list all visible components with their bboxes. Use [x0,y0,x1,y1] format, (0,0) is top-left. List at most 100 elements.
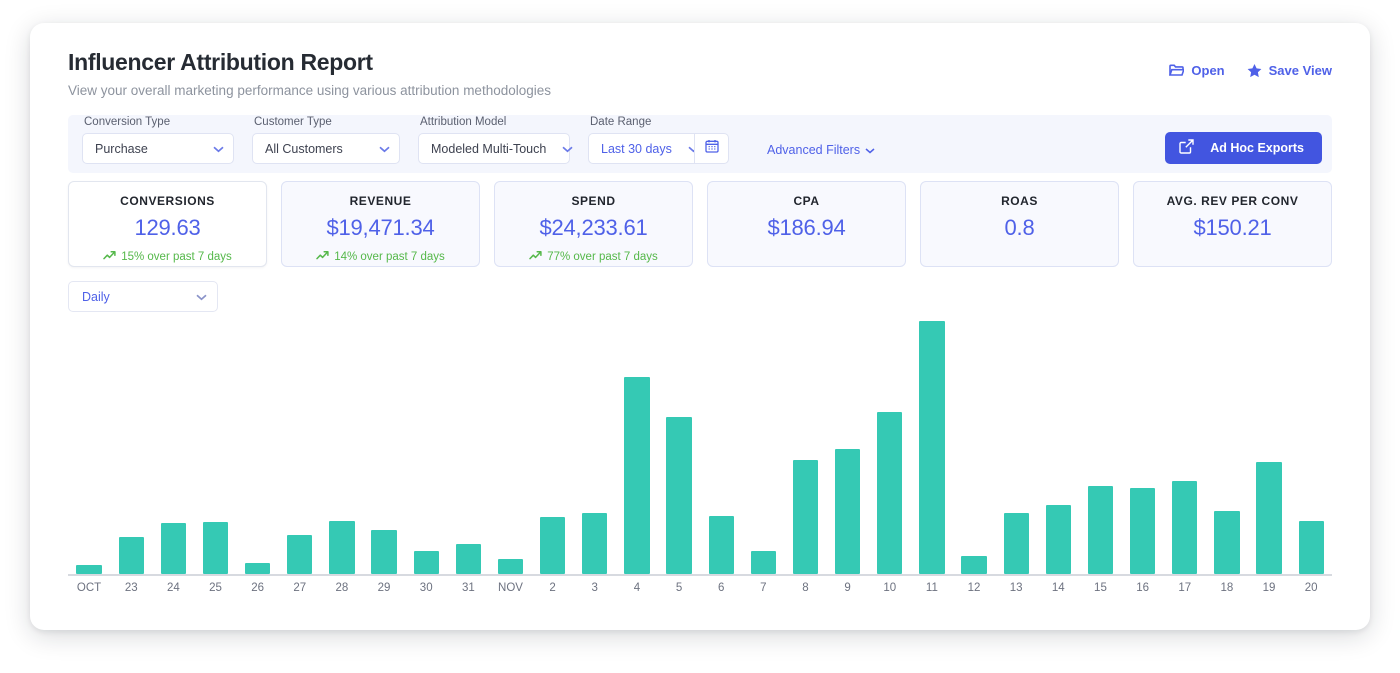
bar[interactable] [1004,513,1029,574]
date-range-select[interactable]: Last 30 days [588,133,694,164]
bar-slot[interactable] [1037,320,1079,574]
x-axis-tick: 3 [574,582,616,594]
kpi-card-avg-rev-per-conv[interactable]: AVG. REV PER CONV $150.21 [1133,181,1332,267]
bar[interactable] [961,556,986,574]
x-axis-tick: 20 [1290,582,1332,594]
bar-slot[interactable] [279,320,321,574]
bar[interactable] [161,523,186,574]
bar-slot[interactable] [911,320,953,574]
bar[interactable] [1256,462,1281,574]
bar-slot[interactable] [574,320,616,574]
bar[interactable] [793,460,818,574]
bar[interactable] [919,321,944,574]
bar-slot[interactable] [363,320,405,574]
bar-slot[interactable] [237,320,279,574]
x-axis-tick: 5 [658,582,700,594]
bar[interactable] [1130,488,1155,574]
bar[interactable] [76,565,101,574]
ad-hoc-exports-button[interactable]: Ad Hoc Exports [1165,132,1322,164]
x-axis-tick: 19 [1248,582,1290,594]
bar-slot[interactable] [68,320,110,574]
bar-slot[interactable] [405,320,447,574]
bar[interactable] [877,412,902,574]
bar[interactable] [666,417,691,574]
bar-slot[interactable] [532,320,574,574]
advanced-filters-toggle[interactable]: Advanced Filters [767,143,875,157]
bar[interactable] [414,551,439,574]
trend-up-icon [316,250,329,263]
bar[interactable] [498,559,523,574]
bar[interactable] [119,537,144,574]
x-axis-tick: 2 [532,582,574,594]
bar[interactable] [709,516,734,574]
bar-slot[interactable] [152,320,194,574]
bar[interactable] [245,563,270,574]
bar-slot[interactable] [1079,320,1121,574]
bar-slot[interactable] [110,320,152,574]
bar-slot[interactable] [321,320,363,574]
bar[interactable] [371,530,396,574]
bar-slot[interactable] [447,320,489,574]
bar[interactable] [329,521,354,574]
bar-slot[interactable] [1206,320,1248,574]
kpi-trend: 14% over past 7 days [290,250,471,263]
kpi-card-conversions[interactable]: CONVERSIONS 129.63 15% over past 7 days [68,181,267,267]
granularity-value: Daily [82,290,110,304]
customer-type-select[interactable]: All Customers [252,133,400,164]
kpi-card-cpa[interactable]: CPA $186.94 [707,181,906,267]
bar-slot[interactable] [827,320,869,574]
calendar-icon [705,139,719,158]
bar-slot[interactable] [194,320,236,574]
bar[interactable] [456,544,481,574]
bar[interactable] [1172,481,1197,574]
kpi-cards: CONVERSIONS 129.63 15% over past 7 days … [68,181,1332,267]
bar-slot[interactable] [742,320,784,574]
bar-slot[interactable] [1122,320,1164,574]
bar-slot[interactable] [1248,320,1290,574]
bar[interactable] [203,522,228,574]
x-axis-tick: 16 [1122,582,1164,594]
bar-slot[interactable] [784,320,826,574]
bar[interactable] [1299,521,1324,574]
attribution-model-select[interactable]: Modeled Multi-Touch [418,133,570,164]
calendar-icon-button[interactable] [694,133,729,164]
bar[interactable] [624,377,649,574]
customer-type-value: All Customers [265,142,343,156]
bar[interactable] [835,449,860,574]
kpi-card-spend[interactable]: SPEND $24,233.61 77% over past 7 days [494,181,693,267]
bar[interactable] [751,551,776,574]
attribution-model-value: Modeled Multi-Touch [431,142,546,156]
bar-slot[interactable] [995,320,1037,574]
open-button[interactable]: Open [1169,63,1224,78]
bar[interactable] [1214,511,1239,574]
conversion-type-value: Purchase [95,142,148,156]
bar[interactable] [1088,486,1113,574]
conversion-type-select[interactable]: Purchase [82,133,234,164]
x-axis-tick: 7 [742,582,784,594]
x-axis-tick: OCT [68,582,110,594]
bar-series [68,320,1332,574]
x-axis-tick: 25 [194,582,236,594]
chevron-down-icon [379,142,390,156]
x-axis-tick: 17 [1164,582,1206,594]
kpi-card-roas[interactable]: ROAS 0.8 [920,181,1119,267]
bar[interactable] [1046,505,1071,574]
customer-type-group: Customer Type All Customers [252,116,400,164]
bar[interactable] [287,535,312,574]
page-subtitle: View your overall marketing performance … [68,83,1336,98]
bar-slot[interactable] [953,320,995,574]
bar[interactable] [540,517,565,574]
bar-slot[interactable] [700,320,742,574]
bar-slot[interactable] [616,320,658,574]
bar-slot[interactable] [489,320,531,574]
bar-slot[interactable] [1290,320,1332,574]
bar-slot[interactable] [658,320,700,574]
kpi-card-revenue[interactable]: REVENUE $19,471.34 14% over past 7 days [281,181,480,267]
granularity-select[interactable]: Daily [68,281,218,312]
bar-slot[interactable] [869,320,911,574]
date-range-control: Last 30 days [588,133,729,164]
bar[interactable] [582,513,607,574]
kpi-trend-label: 77% over past 7 days [547,251,658,263]
save-view-button[interactable]: Save View [1247,63,1332,78]
bar-slot[interactable] [1164,320,1206,574]
